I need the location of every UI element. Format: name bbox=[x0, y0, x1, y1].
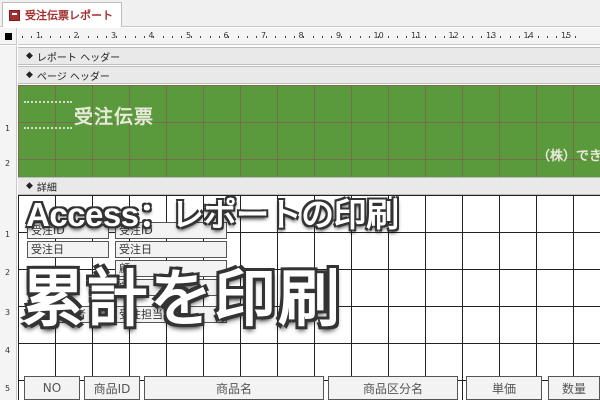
page-header-title[interactable]: 受注伝票 bbox=[74, 102, 154, 129]
column-header-quantity[interactable]: 数量 bbox=[548, 376, 600, 400]
ruler-tick bbox=[350, 36, 352, 38]
ruler-tick bbox=[275, 36, 277, 38]
ruler-tick bbox=[162, 36, 164, 38]
ruler-tick bbox=[425, 36, 427, 38]
ruler-tick bbox=[575, 36, 577, 38]
ruler-tick bbox=[359, 36, 361, 38]
ruler-tick bbox=[500, 36, 502, 38]
ruler-tick bbox=[134, 36, 136, 38]
ruler-tick bbox=[181, 36, 183, 38]
ruler-tick bbox=[78, 36, 80, 38]
page-header-bar[interactable]: ◆ ページ ヘッダー bbox=[18, 66, 600, 84]
ruler-number: 4 bbox=[5, 346, 11, 355]
ruler-tick bbox=[556, 36, 558, 38]
ruler-tick bbox=[481, 36, 483, 38]
page-header-label: ページ ヘッダー bbox=[36, 71, 110, 83]
ruler-tick bbox=[200, 36, 202, 38]
ruler-tick bbox=[387, 36, 389, 38]
ruler-tick bbox=[518, 36, 520, 38]
report-tab-label: 受注伝票レポート bbox=[25, 9, 113, 22]
ruler-tick bbox=[40, 36, 42, 38]
ruler-tick bbox=[237, 36, 239, 38]
column-header-no[interactable]: NO bbox=[24, 376, 80, 400]
ruler-tick bbox=[462, 36, 464, 38]
ruler-tick bbox=[247, 36, 248, 38]
ruler-tick bbox=[218, 36, 220, 38]
ruler-tick bbox=[284, 36, 286, 38]
ruler-tick bbox=[397, 36, 398, 38]
ruler-tick bbox=[87, 36, 89, 38]
ruler-corner-selector[interactable] bbox=[0, 28, 17, 45]
report-header-bar[interactable]: ◆ レポート ヘッダー bbox=[18, 47, 600, 65]
ruler-tick bbox=[31, 36, 33, 38]
vertical-ruler[interactable]: 1 2 1 2 3 4 5 bbox=[0, 46, 17, 400]
ruler-tick bbox=[190, 36, 192, 38]
ruler-tick bbox=[106, 36, 108, 38]
ruler-tick bbox=[472, 36, 473, 38]
ruler-number: 1 bbox=[5, 124, 11, 133]
document-tab-strip: 受注伝票レポート bbox=[0, 0, 600, 27]
ruler-number: 2 bbox=[5, 159, 11, 168]
report-header-label: レポート ヘッダー bbox=[36, 52, 121, 64]
section-arrow-icon: ◆ bbox=[26, 70, 33, 80]
column-header-product-id[interactable]: 商品ID bbox=[84, 376, 140, 400]
ruler-tick bbox=[50, 36, 52, 38]
ruler-tick bbox=[509, 36, 511, 38]
ruler-number: 1 bbox=[5, 230, 11, 239]
ruler-number: 5 bbox=[5, 384, 11, 393]
ruler-tick bbox=[565, 36, 567, 38]
ruler-tick bbox=[340, 36, 342, 38]
ruler-tick bbox=[153, 36, 155, 38]
ruler-tick bbox=[378, 36, 380, 38]
report-tab[interactable]: 受注伝票レポート bbox=[2, 2, 122, 27]
ruler-tick bbox=[368, 36, 370, 38]
ruler-tick bbox=[312, 36, 314, 38]
ruler-tick bbox=[303, 36, 305, 38]
ruler-tick bbox=[59, 36, 61, 38]
ruler-tick bbox=[209, 36, 211, 38]
ruler-tick bbox=[97, 36, 98, 38]
ruler-tick bbox=[331, 36, 333, 38]
ruler-tick bbox=[434, 36, 436, 38]
ruler-tick bbox=[490, 36, 492, 38]
ruler-tick bbox=[453, 36, 455, 38]
ruler-tick bbox=[322, 36, 323, 38]
column-header-product-name[interactable]: 商品名 bbox=[144, 376, 324, 400]
ruler-tick bbox=[228, 36, 230, 38]
horizontal-ruler[interactable]: 123456789101112131415 bbox=[18, 28, 600, 45]
ruler-number: 2 bbox=[5, 268, 11, 277]
overlay-subtitle: Access：レポートの印刷 bbox=[26, 196, 399, 233]
report-icon bbox=[9, 9, 20, 21]
overlay-headline: 累計を印刷 bbox=[22, 262, 343, 335]
ruler-tick bbox=[415, 36, 417, 38]
ruler-tick bbox=[443, 36, 445, 38]
ruler-tick bbox=[406, 36, 408, 38]
ruler-tick bbox=[528, 36, 530, 38]
ruler-tick bbox=[547, 36, 548, 38]
column-header-category[interactable]: 商品区分名 bbox=[328, 376, 458, 400]
section-arrow-icon: ◆ bbox=[26, 51, 33, 61]
page-header-section[interactable]: 受注伝票 （株）でき bbox=[18, 85, 600, 177]
ruler-tick bbox=[143, 36, 145, 38]
ruler-tick bbox=[293, 36, 295, 38]
title-placeholder-box[interactable] bbox=[24, 101, 72, 129]
ruler-tick bbox=[265, 36, 267, 38]
ruler-tick bbox=[22, 36, 23, 38]
ruler-tick bbox=[256, 36, 258, 38]
ruler-tick bbox=[172, 36, 173, 38]
select-report-icon bbox=[4, 32, 12, 40]
ruler-number: 3 bbox=[5, 308, 11, 317]
column-header-unit-price[interactable]: 単価 bbox=[466, 376, 542, 400]
company-name-label[interactable]: （株）でき bbox=[537, 145, 600, 164]
ruler-tick bbox=[68, 36, 70, 38]
ruler-tick bbox=[115, 36, 117, 38]
ruler-tick bbox=[537, 36, 539, 38]
ruler-tick bbox=[125, 36, 127, 38]
